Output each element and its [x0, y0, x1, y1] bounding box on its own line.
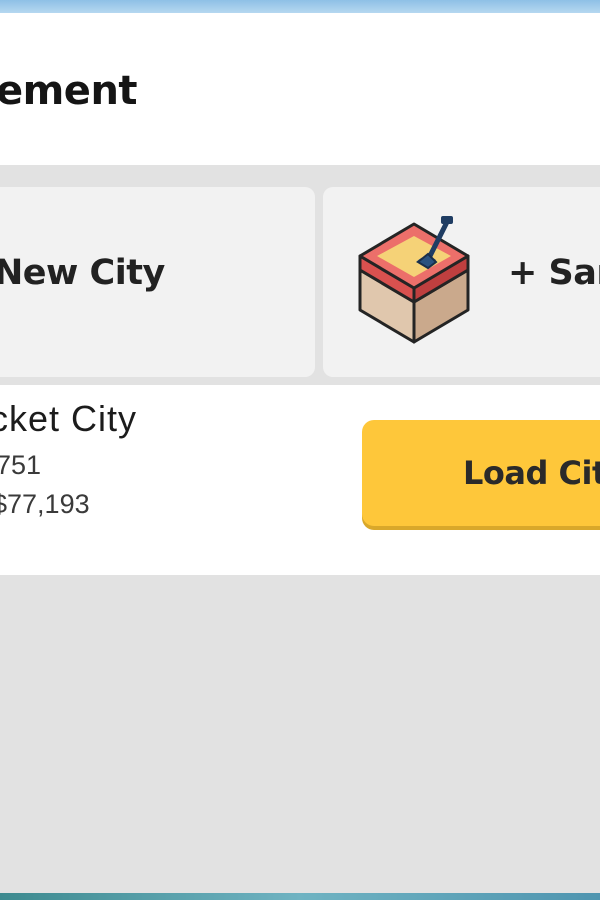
- city-money: $77,193: [0, 489, 90, 519]
- page-title: ement: [0, 68, 138, 114]
- city-name: cket City: [0, 398, 138, 439]
- header: ement: [0, 13, 600, 165]
- empty-list-area: [0, 575, 600, 893]
- sandbox-shovel-icon: [358, 216, 470, 344]
- load-city-label: Load City: [463, 454, 600, 492]
- load-city-button[interactable]: Load City: [362, 420, 600, 526]
- new-city-label: New City: [0, 253, 165, 293]
- city-population: 751: [0, 450, 42, 480]
- window-bottom-edge: [0, 893, 600, 900]
- sandbox-label: + San: [508, 253, 600, 293]
- window-top-edge: [0, 0, 600, 13]
